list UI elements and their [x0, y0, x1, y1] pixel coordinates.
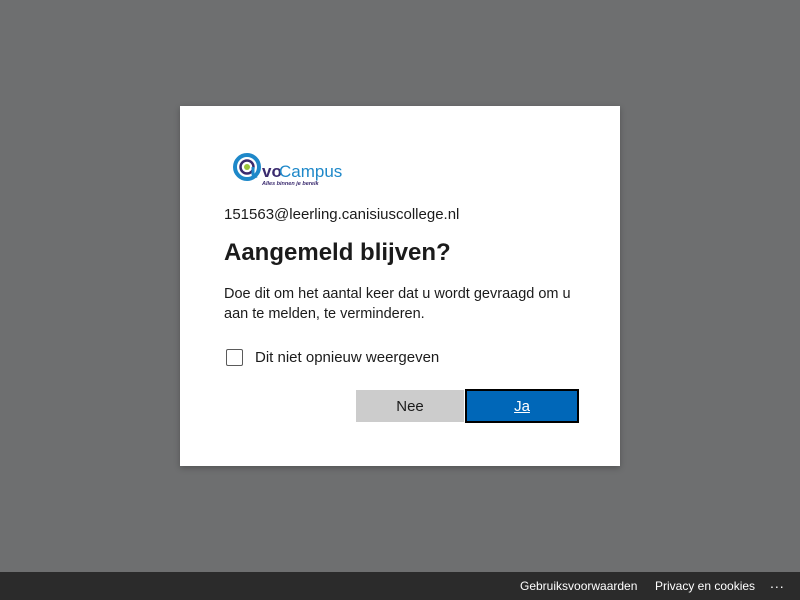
dont-show-again-option[interactable]: Dit niet opnieuw weergeven: [226, 346, 439, 368]
svg-text:Campus: Campus: [279, 162, 342, 181]
footer-bar: Gebruiksvoorwaarden Privacy en cookies .…: [0, 572, 800, 600]
vocampus-logo: vo Campus Alles binnen je bereik: [232, 150, 348, 188]
no-button[interactable]: Nee: [356, 390, 464, 422]
dialog-description: Doe dit om het aantal keer dat u wordt g…: [224, 286, 571, 322]
account-email: 151563@leerling.canisiuscollege.nl: [224, 206, 460, 223]
dialog-title: Aangemeld blijven?: [224, 239, 451, 266]
terms-of-use-link[interactable]: Gebruiksvoorwaarden: [520, 579, 637, 593]
svg-text:Alles binnen je bereik: Alles binnen je bereik: [261, 181, 319, 187]
at-sign-logo-icon: vo Campus Alles binnen je bereik: [233, 153, 342, 187]
dont-show-again-label[interactable]: Dit niet opnieuw weergeven: [255, 349, 439, 366]
ellipsis-icon[interactable]: ...: [770, 575, 785, 591]
stay-signed-in-dialog: vo Campus Alles binnen je bereik 151563@…: [180, 106, 620, 466]
yes-button[interactable]: Ja: [465, 389, 579, 423]
privacy-cookies-link[interactable]: Privacy en cookies: [655, 579, 755, 593]
dont-show-again-checkbox[interactable]: [226, 348, 243, 366]
